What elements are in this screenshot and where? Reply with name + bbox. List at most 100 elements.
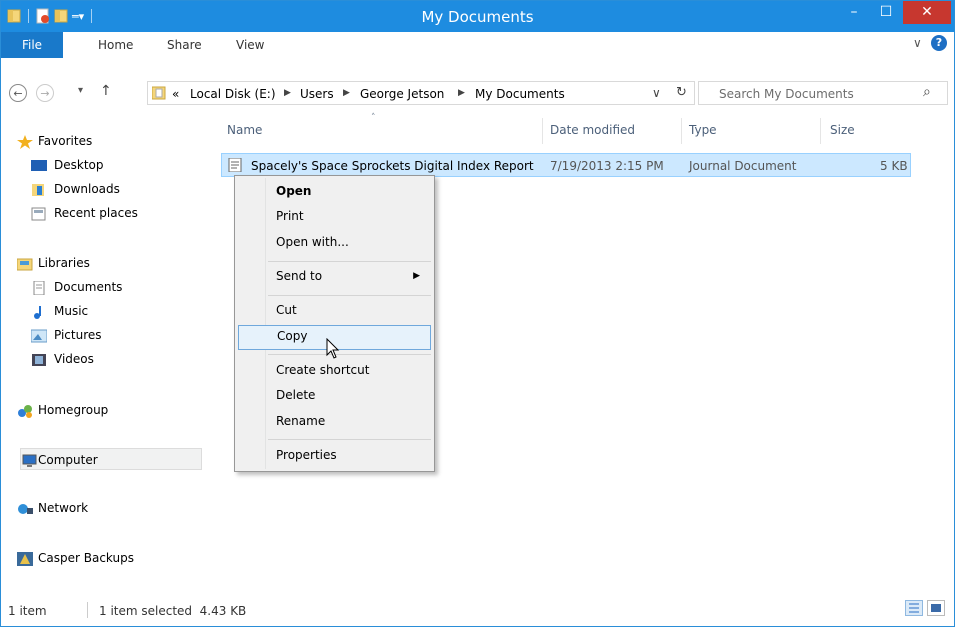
menu-item-label: Open: [276, 184, 312, 198]
recent-locations-button[interactable]: ▾: [78, 85, 83, 96]
menu-item-properties[interactable]: Properties: [237, 444, 432, 468]
search-box[interactable]: Search My Documents ⌕: [698, 81, 948, 105]
breadcrumb-separator-icon[interactable]: ▶: [458, 88, 465, 98]
menu-item-label: Properties: [276, 448, 337, 462]
tab-view[interactable]: View: [236, 38, 264, 52]
nav-casper-backups-label: Casper Backups: [38, 551, 134, 565]
breadcrumb-users[interactable]: Users: [300, 87, 334, 101]
menu-separator: [268, 295, 431, 296]
menu-item-label: Cut: [276, 303, 297, 317]
nav-favorites[interactable]: Favorites: [1, 130, 201, 152]
file-row[interactable]: Spacely's Space Sprockets Digital Index …: [221, 153, 911, 177]
menu-item-label: Delete: [276, 388, 316, 402]
menu-item-label: Create shortcut: [276, 363, 370, 377]
nav-desktop-label: Desktop: [54, 158, 104, 172]
file-size: 5 KB: [880, 159, 908, 173]
libraries-icon: [16, 256, 33, 271]
nav-libraries[interactable]: Libraries: [1, 252, 201, 274]
menu-item-delete[interactable]: Delete: [237, 384, 432, 408]
breadcrumb-overflow[interactable]: «: [172, 87, 179, 101]
menu-item-rename[interactable]: Rename: [237, 410, 432, 434]
forward-button[interactable]: →: [36, 84, 54, 102]
large-icons-view-icon[interactable]: [927, 600, 945, 616]
desktop-icon: [31, 158, 47, 172]
address-bar[interactable]: « Local Disk (E:) ▶ Users ▶ George Jetso…: [147, 81, 695, 105]
menu-item-open-with[interactable]: Open with...: [237, 231, 432, 255]
document-folder-icon: [151, 86, 166, 100]
pictures-icon: [30, 328, 48, 343]
menu-item-send-to[interactable]: Send to ▶: [237, 265, 432, 289]
breadcrumb-separator-icon[interactable]: ▶: [284, 88, 291, 98]
back-button[interactable]: ←: [9, 84, 27, 102]
menu-item-label: Copy: [277, 329, 308, 343]
downloads-icon: [31, 182, 47, 196]
nav-documents[interactable]: Documents: [1, 276, 201, 298]
search-icon[interactable]: ⌕: [923, 84, 931, 100]
nav-homegroup-label: Homegroup: [38, 403, 109, 417]
homegroup-icon: [17, 403, 33, 418]
column-divider[interactable]: [820, 118, 821, 144]
nav-recent-places[interactable]: Recent places: [1, 202, 201, 224]
column-divider[interactable]: [681, 118, 682, 144]
computer-icon: [21, 453, 37, 467]
column-header-type[interactable]: Type: [689, 123, 717, 137]
nav-network-label: Network: [38, 501, 89, 515]
search-input[interactable]: Search My Documents: [719, 87, 854, 101]
menu-item-label: Send to: [276, 269, 323, 283]
navigation-bar: ← → ▾ ↑ « Local Disk (E:) ▶ Users ▶ Geor…: [1, 73, 954, 115]
nav-casper-backups[interactable]: Casper Backups: [1, 547, 201, 569]
menu-item-cut[interactable]: Cut: [237, 299, 432, 323]
help-icon[interactable]: ?: [931, 35, 947, 51]
documents-icon: [31, 280, 47, 296]
menu-separator: [268, 261, 431, 262]
title-bar[interactable]: ═▾ My Documents – ☐ ✕: [1, 1, 954, 32]
up-button[interactable]: ↑: [100, 83, 112, 99]
menu-item-open[interactable]: Open: [237, 180, 432, 204]
nav-documents-label: Documents: [54, 280, 123, 294]
refresh-icon[interactable]: ↻: [676, 85, 687, 100]
file-type: Journal Document: [689, 159, 797, 173]
maximize-button[interactable]: ☐: [871, 1, 901, 24]
nav-libraries-label: Libraries: [38, 256, 90, 270]
music-icon: [31, 304, 47, 319]
nav-pictures[interactable]: Pictures: [1, 324, 201, 346]
breadcrumb-george-jetson[interactable]: George Jetson: [360, 87, 444, 101]
sort-ascending-icon: ˄: [371, 113, 376, 123]
column-header-size[interactable]: Size: [830, 123, 855, 137]
menu-separator: [268, 354, 431, 355]
menu-item-print[interactable]: Print: [237, 205, 432, 229]
details-view-icon[interactable]: [905, 600, 923, 616]
nav-homegroup[interactable]: Homegroup: [1, 399, 201, 421]
close-button[interactable]: ✕: [903, 1, 951, 24]
status-bar: 1 item 1 item selected 4.43 KB: [1, 597, 954, 626]
nav-videos-label: Videos: [54, 352, 94, 366]
nav-music-label: Music: [54, 304, 89, 318]
expand-ribbon-icon[interactable]: ∨: [913, 36, 922, 50]
nav-videos[interactable]: Videos: [1, 348, 201, 370]
breadcrumb-local-disk[interactable]: Local Disk (E:): [190, 87, 276, 101]
nav-pictures-label: Pictures: [54, 328, 102, 342]
column-header-date-modified[interactable]: Date modified: [550, 123, 635, 137]
nav-network[interactable]: Network: [1, 497, 201, 519]
explorer-window: ═▾ My Documents – ☐ ✕ File Home Share Vi…: [0, 0, 955, 627]
breadcrumb-separator-icon[interactable]: ▶: [343, 88, 350, 98]
column-divider[interactable]: [542, 118, 543, 144]
breadcrumb-my-documents[interactable]: My Documents: [475, 87, 565, 101]
tab-file[interactable]: File: [1, 32, 63, 58]
nav-desktop[interactable]: Desktop: [1, 154, 201, 176]
context-menu: Open Print Open with... Send to ▶ Cut Cop…: [234, 175, 435, 472]
menu-item-label: Rename: [276, 414, 326, 428]
column-header-name[interactable]: Name: [227, 123, 262, 137]
address-dropdown-icon[interactable]: ∨: [652, 86, 661, 100]
recent-places-icon: [31, 206, 47, 221]
selection-info: 1 item selected 4.43 KB: [99, 604, 247, 618]
menu-item-create-shortcut[interactable]: Create shortcut: [237, 359, 432, 383]
nav-computer[interactable]: Computer: [20, 448, 202, 470]
tab-home[interactable]: Home: [98, 38, 133, 52]
tab-share[interactable]: Share: [167, 38, 202, 52]
nav-music[interactable]: Music: [1, 300, 201, 322]
casper-backups-icon: [17, 551, 33, 566]
nav-downloads-label: Downloads: [54, 182, 120, 196]
nav-downloads[interactable]: Downloads: [1, 178, 201, 200]
minimize-button[interactable]: –: [839, 1, 869, 24]
